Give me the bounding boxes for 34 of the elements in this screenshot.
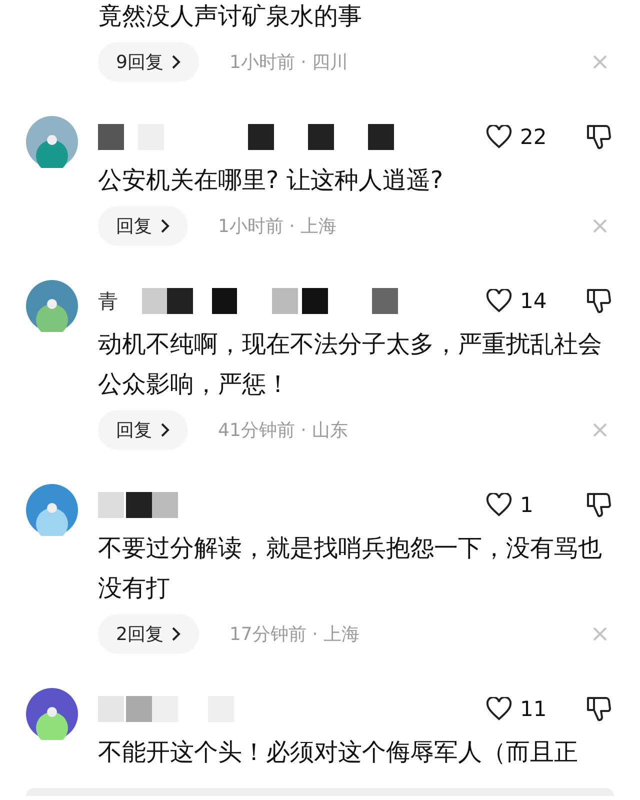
chevron-icon (160, 422, 170, 438)
avatar-icon[interactable] (26, 280, 78, 332)
like-count: 22 (520, 125, 547, 149)
comment-text: 动机不纯啊，现在不法分子太多，严重扰乱社会公众影响，严惩！ (98, 329, 603, 400)
comment-meta: 1小时前 · 上海 (218, 215, 338, 238)
reply-button[interactable]: 回复 (98, 410, 188, 450)
avatar-icon[interactable] (26, 484, 78, 536)
thumbs-down-icon[interactable] (586, 491, 612, 519)
chevron-icon (171, 626, 182, 642)
chevron-icon (171, 54, 182, 70)
heart-icon[interactable] (486, 697, 512, 721)
reply-button[interactable]: 2回复 (98, 614, 200, 654)
comment-meta: 17分钟前 · 上海 (229, 623, 361, 646)
chevron-icon (160, 218, 170, 234)
heart-icon[interactable] (486, 289, 512, 313)
thumbs-down-icon[interactable] (586, 287, 612, 315)
reply-button[interactable]: 回复 (98, 206, 188, 246)
reply-button[interactable]: 9回复 (98, 42, 200, 82)
heart-icon[interactable] (486, 125, 512, 149)
like-count: 14 (520, 289, 547, 313)
like-count: 1 (520, 493, 534, 517)
avatar-icon[interactable] (26, 688, 78, 740)
username[interactable]: 青 (98, 288, 118, 314)
avatar-icon[interactable] (26, 116, 78, 168)
thumbs-down-icon[interactable] (586, 695, 612, 723)
comment-text: 不能开这个头！必须对这个侮辱军人（而且正 (98, 737, 579, 768)
thumbs-down-icon[interactable] (586, 123, 612, 151)
comment-meta: 1小时前 · 四川 (229, 51, 350, 74)
comment-text: 不要过分解读，就是找哨兵抱怨一下，没有骂也没有打 (98, 533, 603, 604)
comment-text: 竟然没人声讨矿泉水的事 (98, 1, 363, 32)
like-count: 11 (520, 697, 547, 721)
comment-meta: 41分钟前 · 山东 (218, 419, 350, 442)
heart-icon[interactable] (486, 493, 512, 517)
comment-text: 公安机关在哪里? 让这种人逍遥? (98, 165, 444, 196)
